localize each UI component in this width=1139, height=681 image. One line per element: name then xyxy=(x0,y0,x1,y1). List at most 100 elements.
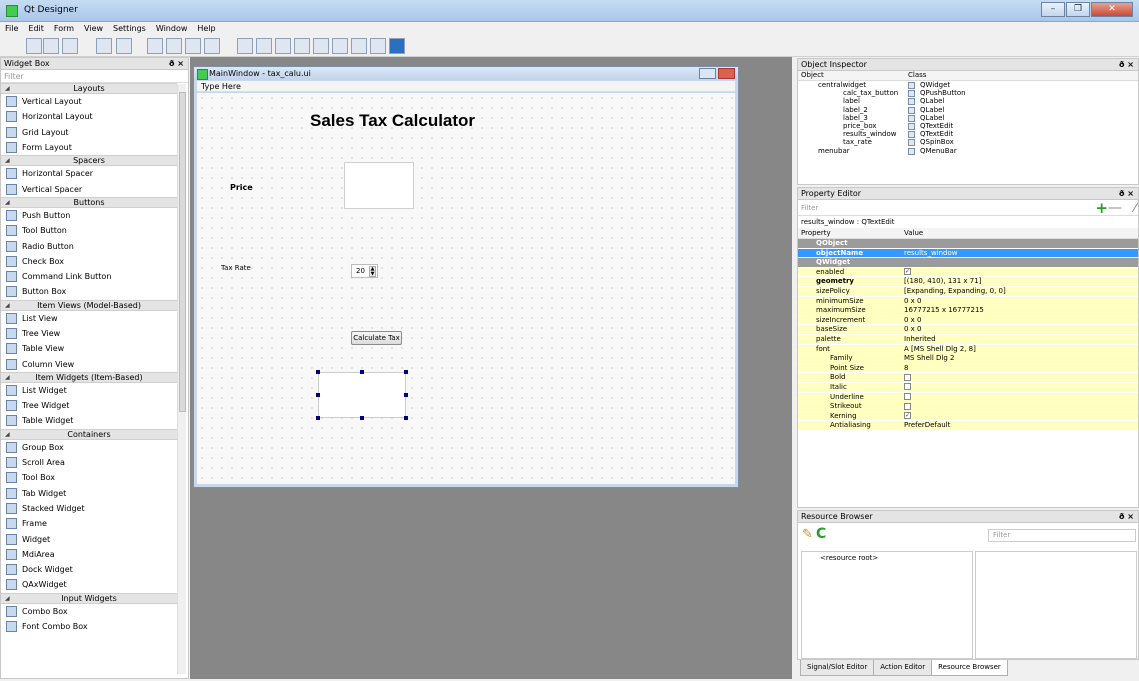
property-row[interactable]: baseSize 0 x 0 xyxy=(798,325,1138,335)
widget-item[interactable]: Horizontal Layout xyxy=(1,109,177,124)
property-row[interactable]: Kerning xyxy=(798,411,1138,422)
dock-close-icon[interactable]: ð × xyxy=(169,58,184,70)
widget-category[interactable]: Item Widgets (Item-Based) xyxy=(1,371,177,383)
calc-tax-button[interactable]: Calculate Tax xyxy=(351,331,402,345)
widget-item[interactable]: Table Widget xyxy=(1,413,177,428)
dock-close-icon[interactable]: ð × xyxy=(1119,511,1134,523)
toolbar-action-icon[interactable] xyxy=(294,38,310,54)
property-value[interactable] xyxy=(904,412,911,422)
widget-item[interactable]: Dock Widget xyxy=(1,562,177,577)
widget-item[interactable]: Vertical Layout xyxy=(1,94,177,109)
object-tree-row[interactable]: results_window QTextEdit xyxy=(798,130,1138,139)
toolbar-action-icon[interactable] xyxy=(147,38,163,54)
toolbar-action-icon[interactable] xyxy=(332,38,348,54)
property-value[interactable] xyxy=(904,393,911,403)
property-value[interactable] xyxy=(904,402,911,412)
widget-item[interactable]: Form Layout xyxy=(1,140,177,155)
object-tree-row[interactable]: price_box QTextEdit xyxy=(798,122,1138,130)
widget-box-scrollbar[interactable] xyxy=(177,84,186,674)
property-row[interactable]: sizeIncrement 0 x 0 xyxy=(798,315,1138,326)
toolbar-action-icon[interactable] xyxy=(313,38,329,54)
property-row[interactable]: geometry [(180, 410), 131 x 71] xyxy=(798,277,1138,287)
property-filter-input[interactable]: Filter xyxy=(801,204,818,212)
property-value[interactable] xyxy=(904,373,911,383)
toolbar-action-icon[interactable] xyxy=(275,38,291,54)
property-value[interactable]: 8 xyxy=(904,364,908,374)
property-value[interactable]: 0 x 0 xyxy=(904,325,922,335)
property-value[interactable]: 0 x 0 xyxy=(904,297,922,307)
resource-root[interactable]: <resource root> xyxy=(820,554,878,562)
toolbar-action-icon[interactable] xyxy=(351,38,367,54)
widget-item[interactable]: Table View xyxy=(1,341,177,356)
object-tree-row[interactable]: label_2 QLabel xyxy=(798,106,1138,114)
widget-item[interactable]: QAxWidget xyxy=(1,577,177,592)
close-button[interactable]: ✕ xyxy=(1091,2,1133,17)
property-value[interactable]: 0 x 0 xyxy=(904,316,922,326)
selection-handle[interactable] xyxy=(316,416,320,420)
property-row[interactable]: Point Size 8 xyxy=(798,363,1138,374)
widget-category[interactable]: Spacers xyxy=(1,155,177,167)
widget-category[interactable]: Item Views (Model-Based) xyxy=(1,299,177,311)
tab-signal-slot-editor[interactable]: Signal/Slot Editor xyxy=(800,660,875,676)
object-tree-row[interactable]: label_3 QLabel xyxy=(798,114,1138,122)
form-menu-placeholder[interactable]: Type Here xyxy=(197,81,735,92)
toolbar-action-icon[interactable] xyxy=(370,38,386,54)
restore-button[interactable]: ❐ xyxy=(1066,2,1090,17)
widget-item[interactable]: Tree View xyxy=(1,326,177,341)
results-window[interactable] xyxy=(318,372,406,418)
property-row[interactable]: Underline xyxy=(798,392,1138,403)
selection-handle[interactable] xyxy=(316,370,320,374)
menu-view[interactable]: View xyxy=(84,22,103,35)
widget-item[interactable]: Push Button xyxy=(1,208,177,223)
form-close-button[interactable] xyxy=(718,68,735,79)
property-row[interactable]: objectName results_window xyxy=(798,248,1138,259)
widget-item[interactable]: Widget xyxy=(1,531,177,546)
widget-item[interactable]: Vertical Spacer xyxy=(1,181,177,196)
property-row[interactable]: Antialiasing PreferDefault xyxy=(798,421,1138,431)
checkbox[interactable] xyxy=(904,412,911,420)
menu-file[interactable]: File xyxy=(5,22,18,35)
toolbar-action-icon[interactable] xyxy=(116,38,132,54)
widget-item[interactable]: Font Combo Box xyxy=(1,619,177,634)
toolbar-action-icon[interactable] xyxy=(26,38,42,54)
form-canvas[interactable]: Sales Tax Calculator Price Tax Rate 20 ▲… xyxy=(197,93,735,484)
property-value[interactable]: PreferDefault xyxy=(904,421,950,431)
widget-item[interactable]: Radio Button xyxy=(1,238,177,253)
widget-category[interactable]: Containers xyxy=(1,428,177,440)
property-value[interactable]: A [MS Shell Dlg 2, 8] xyxy=(904,345,976,355)
widget-item[interactable]: Grid Layout xyxy=(1,125,177,140)
widget-filter-input[interactable]: Filter xyxy=(1,70,188,83)
property-row[interactable]: font A [MS Shell Dlg 2, 8] xyxy=(798,344,1138,355)
widget-category[interactable]: Layouts xyxy=(1,83,177,94)
widget-item[interactable]: Scroll Area xyxy=(1,455,177,470)
property-row[interactable]: Bold xyxy=(798,373,1138,383)
dock-close-icon[interactable]: ð × xyxy=(1119,188,1134,200)
selection-handle[interactable] xyxy=(316,393,320,397)
object-tree-row[interactable]: calc_tax_button QPushButton xyxy=(798,89,1138,98)
property-row[interactable]: palette Inherited xyxy=(798,334,1138,345)
minimize-button[interactable]: – xyxy=(1041,2,1065,17)
toolbar-action-icon[interactable] xyxy=(43,38,59,54)
widget-item[interactable]: Check Box xyxy=(1,254,177,269)
selection-handle[interactable] xyxy=(404,393,408,397)
property-value[interactable]: results_window xyxy=(904,249,958,259)
widget-item[interactable]: Tab Widget xyxy=(1,486,177,501)
tax-rate-label[interactable]: Tax Rate xyxy=(221,264,251,272)
widget-item[interactable]: Button Box xyxy=(1,284,177,299)
object-tree-row[interactable]: label QLabel xyxy=(798,97,1138,106)
property-row[interactable]: sizePolicy [Expanding, Expanding, 0, 0] xyxy=(798,286,1138,297)
add-property-icon[interactable]: + xyxy=(1095,200,1108,216)
tab-action-editor[interactable]: Action Editor xyxy=(873,660,933,676)
tab-resource-browser[interactable]: Resource Browser xyxy=(931,660,1008,676)
widget-item[interactable]: Tool Box xyxy=(1,470,177,485)
reload-icon[interactable]: C xyxy=(816,526,826,542)
heading-label[interactable]: Sales Tax Calculator xyxy=(310,111,475,131)
configure-icon[interactable]: ⁄ xyxy=(1134,200,1136,216)
remove-property-icon[interactable]: — xyxy=(1108,200,1122,216)
property-value[interactable]: 16777215 x 16777215 xyxy=(904,306,984,316)
form-minimize-button[interactable] xyxy=(699,68,716,79)
tax-rate-spinbox[interactable]: 20 ▲ ▼ xyxy=(351,264,378,278)
object-tree-row[interactable]: menubar QMenuBar xyxy=(798,147,1138,155)
property-value[interactable]: [(180, 410), 131 x 71] xyxy=(904,277,981,287)
widget-item[interactable]: Horizontal Spacer xyxy=(1,166,177,181)
